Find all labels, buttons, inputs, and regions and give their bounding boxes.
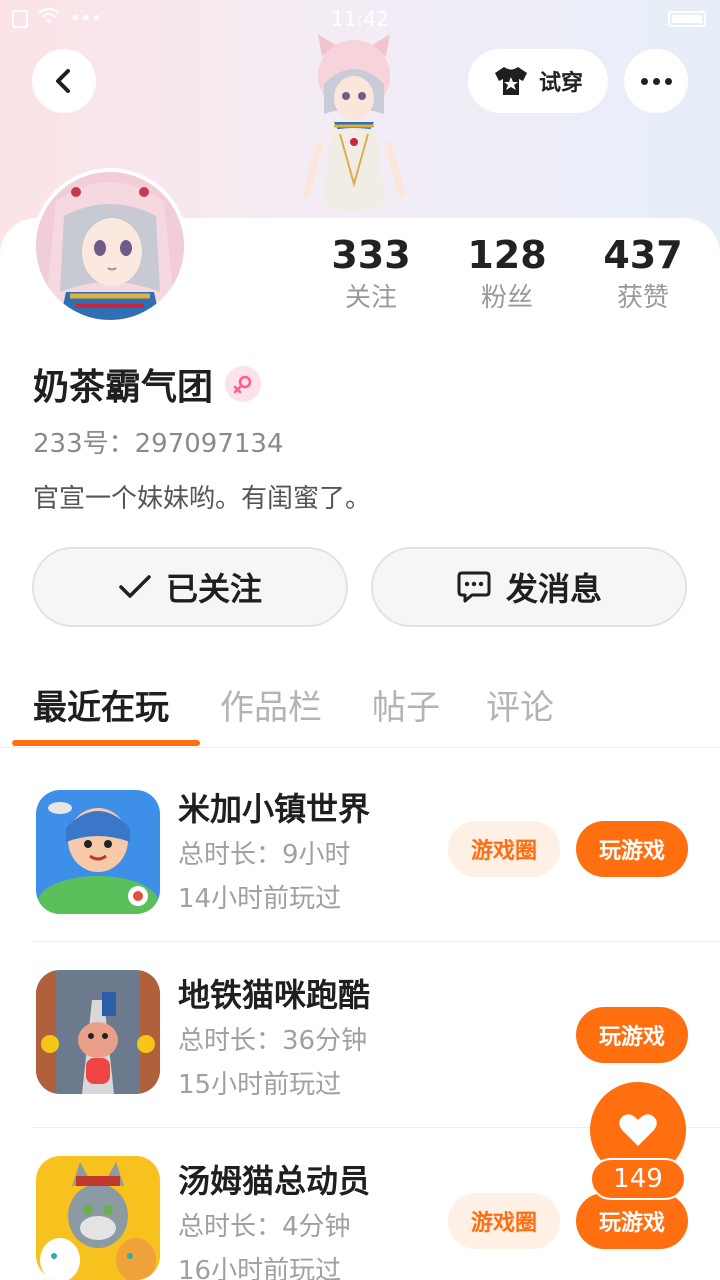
stat-following[interactable]: 333 关注 [311,232,431,318]
play-game-button[interactable]: 玩游戏 [576,821,688,877]
game-title: 米加小镇世界 [178,790,371,828]
stat-likes-value: 437 [603,233,683,277]
more-options-button[interactable] [624,49,688,113]
tab-recently-played[interactable]: 最近在玩 [33,680,169,729]
stat-following-label: 关注 [344,283,397,313]
back-button[interactable] [32,49,96,113]
profile-tabs: 最近在玩 作品栏 帖子 评论 [0,670,720,748]
game-last-played: 16小时前玩过 [178,1256,342,1280]
stat-likes[interactable]: 437 获赞 [583,232,703,318]
stat-fans[interactable]: 128 粉丝 [447,232,567,318]
avatar[interactable] [32,168,188,324]
play-game-button[interactable]: 玩游戏 [576,1007,688,1063]
game-circle-button[interactable]: 游戏圈 [448,821,560,877]
user-id-label: 233号： [33,429,135,459]
stat-fans-label: 粉丝 [480,283,533,313]
back-arrow-icon [56,69,70,93]
user-id-value: 297097134 [134,429,284,459]
game-last-played: 14小时前玩过 [178,884,342,914]
heart-icon [619,1114,657,1146]
game-icon [36,790,160,914]
followed-label: 已关注 [165,570,262,608]
character-figure-image [302,34,406,212]
user-id: 233号：297097134 [33,423,284,460]
game-duration: 总时长：36分钟 [178,1026,368,1056]
list-divider [32,941,720,942]
game-circle-button[interactable]: 游戏圈 [448,1193,560,1249]
send-message-button[interactable]: 发消息 [371,547,687,627]
game-last-played: 15小时前玩过 [178,1070,342,1100]
like-count-badge: 149 [590,1158,686,1200]
user-name: 奶茶霸气团 [33,367,214,408]
more-dots-icon [640,77,672,85]
check-icon [119,575,151,598]
stat-likes-label: 获赞 [616,283,669,313]
tab-comments[interactable]: 评论 [486,680,554,729]
stat-following-value: 333 [331,233,411,277]
status-bar: ••• 11:42 [0,0,720,38]
status-time: 11:42 [331,7,389,31]
tshirt-icon [494,67,527,95]
user-bio: 官宣一个妹妹哟。有闺蜜了。 [33,484,372,514]
game-icon [36,1156,160,1280]
send-message-label: 发消息 [505,570,602,608]
try-on-button[interactable]: 试穿 [468,49,608,113]
avatar-image [36,172,184,320]
stat-fans-value: 128 [467,233,547,277]
tab-works[interactable]: 作品栏 [220,680,322,729]
chat-bubble-icon [457,571,491,603]
try-on-label: 试穿 [538,71,583,96]
active-tab-indicator [12,740,200,746]
name-row: 奶茶霸气团 [33,358,262,410]
battery-icon [668,11,706,27]
play-game-button[interactable]: 玩游戏 [576,1193,688,1249]
tab-posts[interactable]: 帖子 [372,680,440,729]
followed-button[interactable]: 已关注 [32,547,348,627]
game-title: 地铁猫咪跑酷 [178,976,371,1014]
female-icon [225,366,262,402]
game-duration: 总时长：4分钟 [178,1212,351,1242]
game-title: 汤姆猫总动员 [178,1162,371,1200]
game-icon [36,970,160,1094]
list-item[interactable]: 米加小镇世界 总时长：9小时 14小时前玩过 游戏圈 玩游戏 [0,758,720,944]
game-duration: 总时长：9小时 [178,840,351,870]
